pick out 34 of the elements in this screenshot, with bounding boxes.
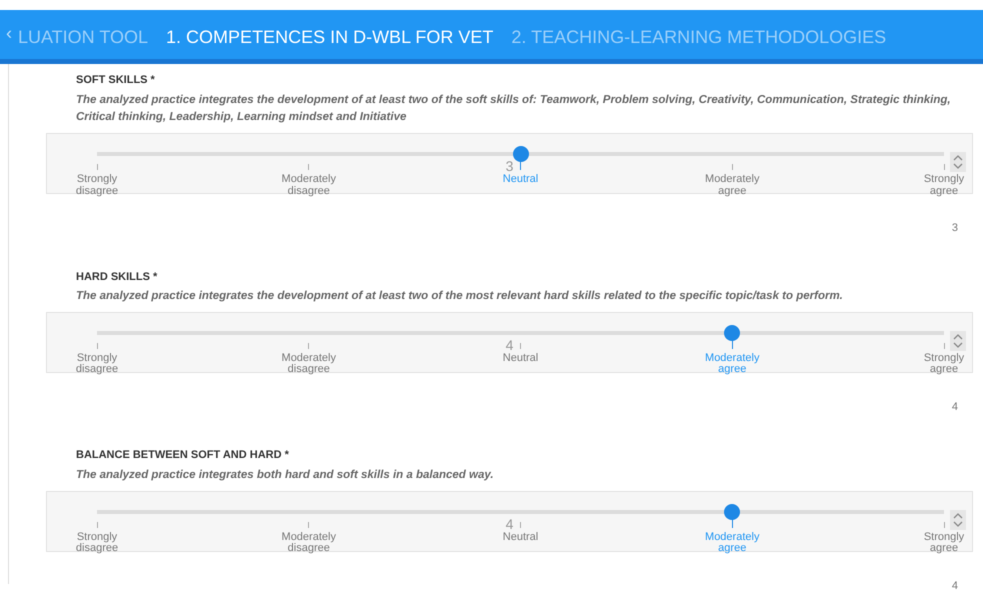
tab[interactable]: 1. COMPETENCES IN D-WBL FOR VET bbox=[154, 27, 506, 59]
question-description: The analyzed practice integrates both hard and soft skills in a balanced way. bbox=[76, 468, 495, 483]
slider-thumb[interactable] bbox=[512, 146, 528, 162]
scale-label: Moderately disagree bbox=[280, 352, 337, 376]
value-reading: 4 bbox=[950, 578, 958, 593]
scale-label: Strongly agree bbox=[922, 174, 966, 198]
slider-thumb[interactable] bbox=[724, 324, 740, 341]
scale-label: Strongly disagree bbox=[74, 352, 120, 376]
question-description: The analyzed practice integrates the development of at least two of the most relevant hard skills related to the specific topic/task to perform. bbox=[76, 289, 844, 304]
question-title: HARD SKILLS * bbox=[76, 270, 158, 285]
spinner-icon[interactable] bbox=[950, 330, 966, 351]
scale-label: Strongly agree bbox=[922, 532, 966, 555]
scroll-left-arrow[interactable]: ‹ bbox=[0, 20, 12, 59]
scale-label: Neutral bbox=[502, 174, 540, 186]
scale-label: Strongly disagree bbox=[74, 174, 120, 198]
scale-label: Moderately agree bbox=[704, 532, 760, 555]
scale-label: Strongly disagree bbox=[74, 532, 120, 555]
scale-label: Moderately disagree bbox=[280, 532, 337, 555]
spinner-icon[interactable] bbox=[950, 152, 966, 172]
slider-thumb[interactable] bbox=[724, 504, 740, 520]
tab[interactable]: 2. TEACHING-LEARNING METHODOLOGIES bbox=[505, 27, 892, 59]
scale-label: Neutral bbox=[502, 532, 540, 544]
tab[interactable]: LUATION TOOL bbox=[12, 27, 154, 59]
scale-label: Moderately agree bbox=[704, 174, 760, 198]
scale-label: Neutral bbox=[502, 352, 540, 364]
spinner-icon[interactable] bbox=[950, 510, 966, 530]
scale-label: Moderately disagree bbox=[280, 174, 337, 198]
scale-label: Strongly agree bbox=[922, 352, 966, 376]
value-reading: 3 bbox=[950, 221, 958, 236]
scale-label: Moderately agree bbox=[704, 352, 760, 376]
value-reading: 4 bbox=[950, 400, 958, 415]
question-description: The analyzed practice integrates the development of at least two of the soft skills of: Teamwork, Problem solving, Creativity, Communication, Strategic thinking, Critical thinking, Leadership, Learning mindset and Initiative bbox=[76, 92, 952, 126]
question-title: SOFT SKILLS * bbox=[76, 73, 156, 88]
question-title: BALANCE BETWEEN SOFT AND HARD * bbox=[76, 448, 290, 464]
